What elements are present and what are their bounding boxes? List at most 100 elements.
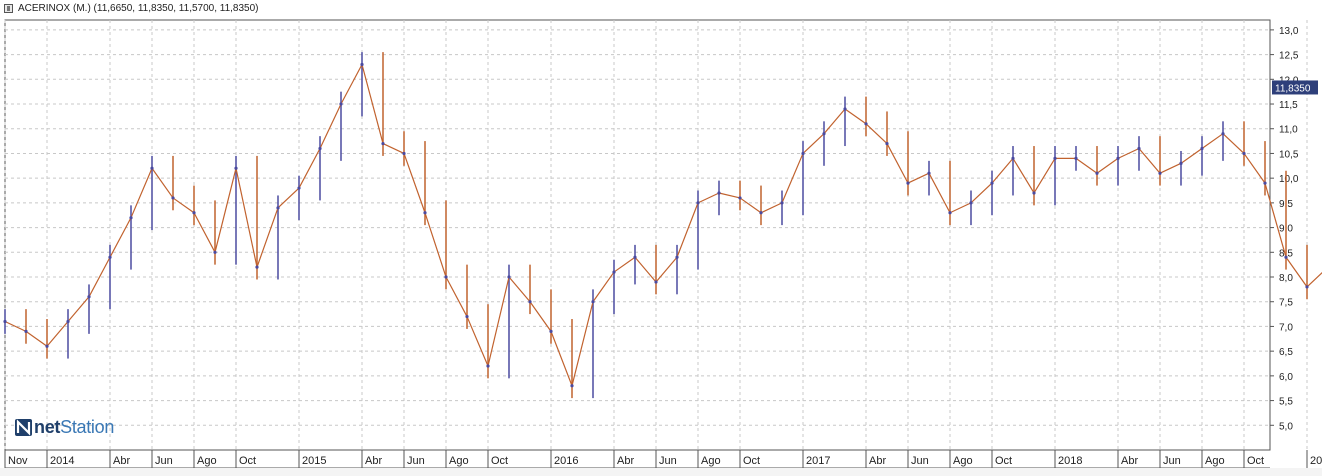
price-point <box>717 191 721 195</box>
y-tick-label: 7,0 <box>1279 322 1293 333</box>
y-tick-label: 10,5 <box>1279 149 1299 160</box>
x-tick-label: 2016 <box>554 455 578 467</box>
price-point <box>696 201 700 205</box>
price-chart: 13,012,512,011,511,010,510,09,59,08,58,0… <box>3 19 1322 469</box>
price-point <box>654 280 658 284</box>
price-point <box>423 211 427 215</box>
y-tick-label: 8,0 <box>1279 273 1293 284</box>
x-tick-label: Jun <box>911 455 929 467</box>
x-tick-label: Abr <box>869 455 886 467</box>
price-point <box>402 151 406 156</box>
y-tick-label: 11,0 <box>1279 125 1298 136</box>
netstation-logo-icon <box>15 418 32 436</box>
y-tick-label: 13,0 <box>1279 26 1299 37</box>
x-tick-label: Abr <box>113 455 130 467</box>
price-point <box>3 319 7 324</box>
x-tick-label: Ago <box>449 455 469 467</box>
price-point <box>171 196 175 200</box>
price-point <box>780 201 784 205</box>
price-point <box>591 300 595 304</box>
x-tick-label: Oct <box>995 455 1012 467</box>
logo-text: netStation <box>34 417 114 438</box>
price-point <box>1263 181 1267 185</box>
y-tick-label: 7,5 <box>1279 298 1293 309</box>
price-point <box>801 151 805 156</box>
price-point <box>1095 171 1099 175</box>
price-point <box>528 300 532 304</box>
price-point <box>1242 151 1246 156</box>
price-point <box>213 250 217 254</box>
price-point <box>906 181 910 185</box>
y-tick-label: 6,5 <box>1279 347 1293 358</box>
price-point <box>1158 171 1162 175</box>
price-point <box>129 216 133 220</box>
price-point <box>1305 285 1309 289</box>
price-point <box>612 270 616 274</box>
x-tick-label: Ago <box>197 455 217 467</box>
price-point <box>1032 191 1036 195</box>
y-tick-label: 12,5 <box>1279 51 1299 62</box>
x-tick-label: Oct <box>239 455 256 467</box>
price-point <box>1053 156 1057 160</box>
x-tick-label: Jun <box>1163 455 1181 467</box>
y-tick-label: 11,5 <box>1279 100 1298 111</box>
plot-area <box>4 19 1271 451</box>
y-tick-label: 5,0 <box>1279 421 1293 432</box>
price-point <box>1221 132 1225 136</box>
price-point <box>444 275 448 279</box>
price-point <box>381 141 385 146</box>
price-point <box>570 384 574 388</box>
x-tick-label: Ago <box>701 455 721 467</box>
price-point <box>738 196 742 200</box>
price-point <box>675 255 679 259</box>
x-tick-label: Abr <box>365 455 382 467</box>
x-tick-label: Ago <box>1205 455 1225 467</box>
x-tick-label: Ago <box>953 455 973 467</box>
price-point <box>1179 161 1183 165</box>
x-tick-label: 2019 <box>1310 455 1322 467</box>
price-point <box>234 166 238 170</box>
price-point <box>297 186 301 190</box>
price-point <box>339 102 343 106</box>
price-point <box>885 141 889 146</box>
price-point <box>633 255 637 259</box>
x-tick-label: Jun <box>407 455 425 467</box>
price-point <box>276 206 280 210</box>
price-point <box>24 329 28 333</box>
price-point <box>465 314 469 319</box>
x-tick-label: 2018 <box>1058 455 1082 467</box>
price-point <box>1074 156 1078 160</box>
last-price-label: 11,8350 <box>1275 83 1311 94</box>
price-point <box>108 255 112 259</box>
bottom-scroll-strip[interactable] <box>0 468 1322 476</box>
price-point <box>948 211 952 215</box>
price-point <box>1116 156 1120 160</box>
price-point <box>192 211 196 215</box>
price-point <box>486 364 490 368</box>
logo-text-station: Station <box>60 416 115 437</box>
price-point <box>255 265 259 269</box>
x-tick-label: 2017 <box>806 455 830 467</box>
x-tick-label: Oct <box>491 455 508 467</box>
price-point <box>822 132 826 136</box>
x-tick-label: Abr <box>617 455 634 467</box>
price-point <box>66 319 70 324</box>
price-point <box>150 166 154 170</box>
price-point <box>549 329 553 333</box>
price-point <box>990 181 994 185</box>
price-point <box>1011 156 1015 160</box>
x-tick-label: Jun <box>659 455 677 467</box>
price-point <box>759 211 763 215</box>
price-point <box>507 275 511 279</box>
x-tick-label: Nov <box>8 455 28 467</box>
price-point <box>1137 146 1141 151</box>
price-point <box>1200 146 1204 151</box>
price-point <box>87 295 91 299</box>
price-point <box>360 62 364 67</box>
y-tick-label: 5,5 <box>1279 397 1293 408</box>
x-tick-label: 2015 <box>302 455 326 467</box>
price-point <box>969 201 973 205</box>
price-point <box>864 122 868 126</box>
x-tick-label: Oct <box>743 455 760 467</box>
price-point <box>318 146 322 151</box>
